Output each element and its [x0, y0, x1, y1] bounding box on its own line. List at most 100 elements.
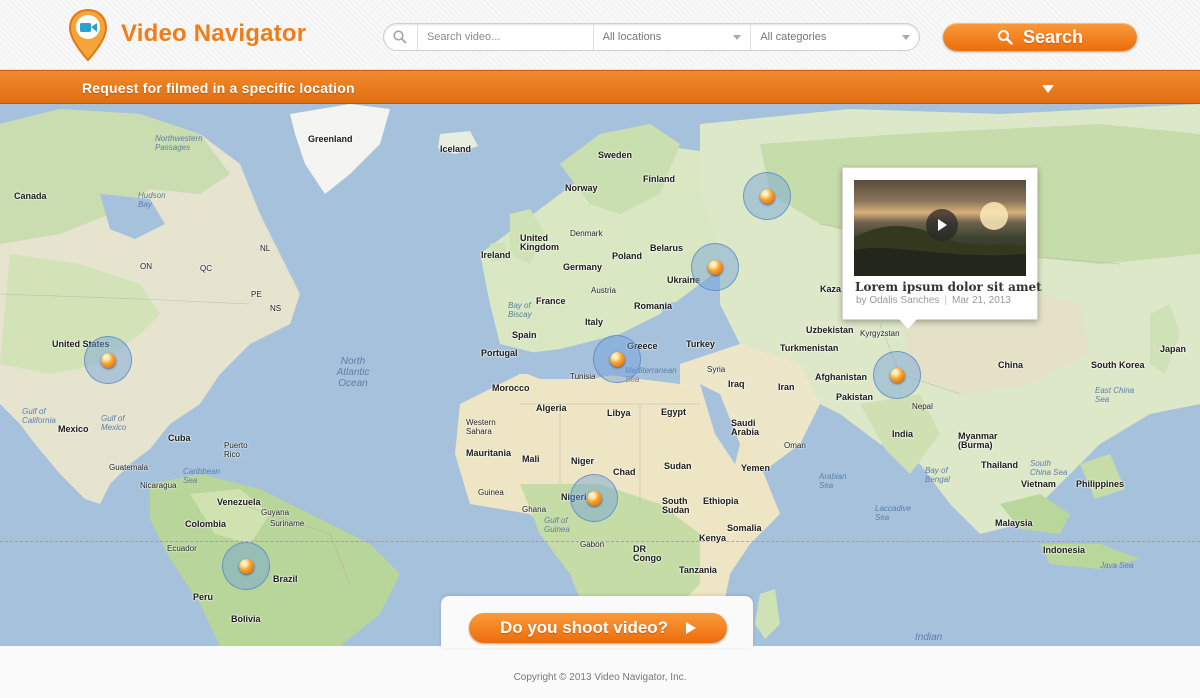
- map-label: Norway: [565, 183, 598, 193]
- brand-name[interactable]: Video Navigator: [121, 20, 306, 48]
- map-marker[interactable]: [873, 351, 921, 399]
- map-label: South Korea: [1091, 360, 1145, 370]
- map-label: Western Sahara: [466, 418, 496, 436]
- map-label: France: [536, 296, 566, 306]
- map-label: Iraq: [728, 379, 745, 389]
- map-label: Thailand: [981, 460, 1019, 470]
- map-label: Sweden: [598, 150, 633, 160]
- map-label: North Atlantic Ocean: [336, 356, 370, 389]
- map-label: Gabon: [580, 540, 605, 549]
- map-label: Brazil: [273, 574, 298, 584]
- video-author[interactable]: by Odalis Sanches: [856, 295, 939, 306]
- map-label: Guyana: [261, 508, 290, 517]
- map-label: Ghana: [522, 505, 547, 514]
- category-select[interactable]: All categories: [751, 24, 919, 50]
- map-label: Iran: [778, 382, 795, 392]
- video-thumbnail[interactable]: [854, 180, 1026, 276]
- shoot-video-label: Do you shoot video?: [499, 618, 669, 637]
- map-label: Bay of Biscay: [508, 301, 532, 319]
- map-label: Myanmar (Burma): [958, 431, 998, 450]
- map-label: QC: [200, 264, 212, 273]
- footer: Copyright © 2013 Video Navigator, Inc.: [0, 646, 1200, 698]
- play-icon[interactable]: [926, 209, 958, 241]
- pin-icon: [890, 368, 905, 383]
- map-label: Turkmenistan: [780, 343, 839, 353]
- map-label: Portugal: [481, 348, 518, 358]
- map-label: Guatemala: [109, 463, 149, 472]
- map-label: Niger: [571, 456, 595, 466]
- map-label: Kaza: [820, 284, 842, 294]
- map-label: Gulf of Guinea: [544, 516, 570, 534]
- request-bar[interactable]: Request for filmed in a specific locatio…: [0, 70, 1200, 104]
- map-label: Northwestern Passages: [155, 134, 203, 152]
- map-marker[interactable]: [84, 336, 132, 384]
- video-title[interactable]: Lorem ipsum dolor sit amet: [855, 280, 1042, 294]
- map-label: Indonesia: [1043, 545, 1086, 555]
- location-select-value: All locations: [602, 31, 662, 43]
- map-label: Italy: [585, 317, 604, 327]
- pin-icon: [101, 353, 116, 368]
- map-label: Caribbean Sea: [183, 467, 220, 485]
- map-label: Puerto Rico: [224, 441, 248, 459]
- map-label: Afghanistan: [815, 372, 868, 382]
- map-label: Sudan: [664, 461, 692, 471]
- map-label: Malaysia: [995, 518, 1033, 528]
- video-popup: Lorem ipsum dolor sit amet by Odalis San…: [842, 167, 1042, 329]
- map-marker[interactable]: [743, 172, 791, 220]
- video-date: Mar 21, 2013: [952, 295, 1011, 306]
- chevron-down-icon: [733, 35, 742, 40]
- map-label: Spain: [512, 330, 537, 340]
- map-label: Somalia: [727, 523, 762, 533]
- map-label: Germany: [563, 262, 603, 272]
- map-label: Turkey: [686, 339, 715, 349]
- map-label: NS: [270, 304, 282, 313]
- search-input[interactable]: [417, 24, 594, 50]
- pin-icon: [239, 559, 254, 574]
- map-label: Belarus: [650, 243, 684, 253]
- map-label: India: [892, 429, 914, 439]
- map-label: Tunisia: [570, 372, 596, 381]
- map-label: East China Sea: [1095, 386, 1135, 404]
- map-label: Oman: [784, 441, 806, 450]
- map-label: Bay of Bengal: [925, 466, 950, 484]
- map-label: United Kingdom: [520, 233, 559, 252]
- map-label: Hudson Bay: [138, 191, 166, 209]
- map-label: Gulf of Mexico: [101, 414, 127, 432]
- map-label: Poland: [612, 251, 643, 261]
- map-marker[interactable]: [222, 542, 270, 590]
- shoot-video-button[interactable]: Do you shoot video?: [469, 613, 727, 643]
- search-field-icon: [384, 24, 418, 50]
- search-icon: [997, 30, 1013, 45]
- map-label: Greenland: [308, 134, 353, 144]
- map-label: Laccadive Sea: [875, 504, 912, 522]
- pin-icon: [708, 260, 723, 275]
- map-label: DR Congo: [633, 544, 662, 563]
- map-label: Canada: [14, 191, 47, 201]
- map-label: Chad: [613, 467, 636, 477]
- map-label: Saudi Arabia: [731, 418, 760, 437]
- map-label: Vietnam: [1021, 479, 1056, 489]
- map-marker[interactable]: [570, 474, 618, 522]
- pin-icon: [587, 491, 602, 506]
- map-label: Mexico: [58, 424, 89, 434]
- chevron-down-icon[interactable]: [1042, 85, 1054, 93]
- map-label: South Sudan: [662, 496, 690, 515]
- map-marker[interactable]: [691, 243, 739, 291]
- play-arrow-icon: [686, 622, 697, 634]
- search-bar: All locations All categories: [383, 23, 920, 51]
- category-select-value: All categories: [760, 31, 827, 43]
- video-meta: by Odalis Sanches | Mar 21, 2013: [856, 295, 1011, 306]
- map-label: Uzbekistan: [806, 325, 854, 335]
- map-label: Libya: [607, 408, 631, 418]
- logo-pin-icon: [68, 8, 108, 62]
- map-label: Mauritania: [466, 448, 512, 458]
- map-label: Philippines: [1076, 479, 1125, 489]
- map-label: Morocco: [492, 383, 530, 393]
- search-button[interactable]: Search: [943, 23, 1137, 51]
- location-select[interactable]: All locations: [594, 24, 752, 50]
- map-label: Finland: [643, 174, 675, 184]
- pin-icon: [610, 352, 625, 367]
- map-label: Ethiopia: [703, 496, 739, 506]
- map-label: Guinea: [478, 488, 504, 497]
- map-marker[interactable]: [593, 335, 641, 383]
